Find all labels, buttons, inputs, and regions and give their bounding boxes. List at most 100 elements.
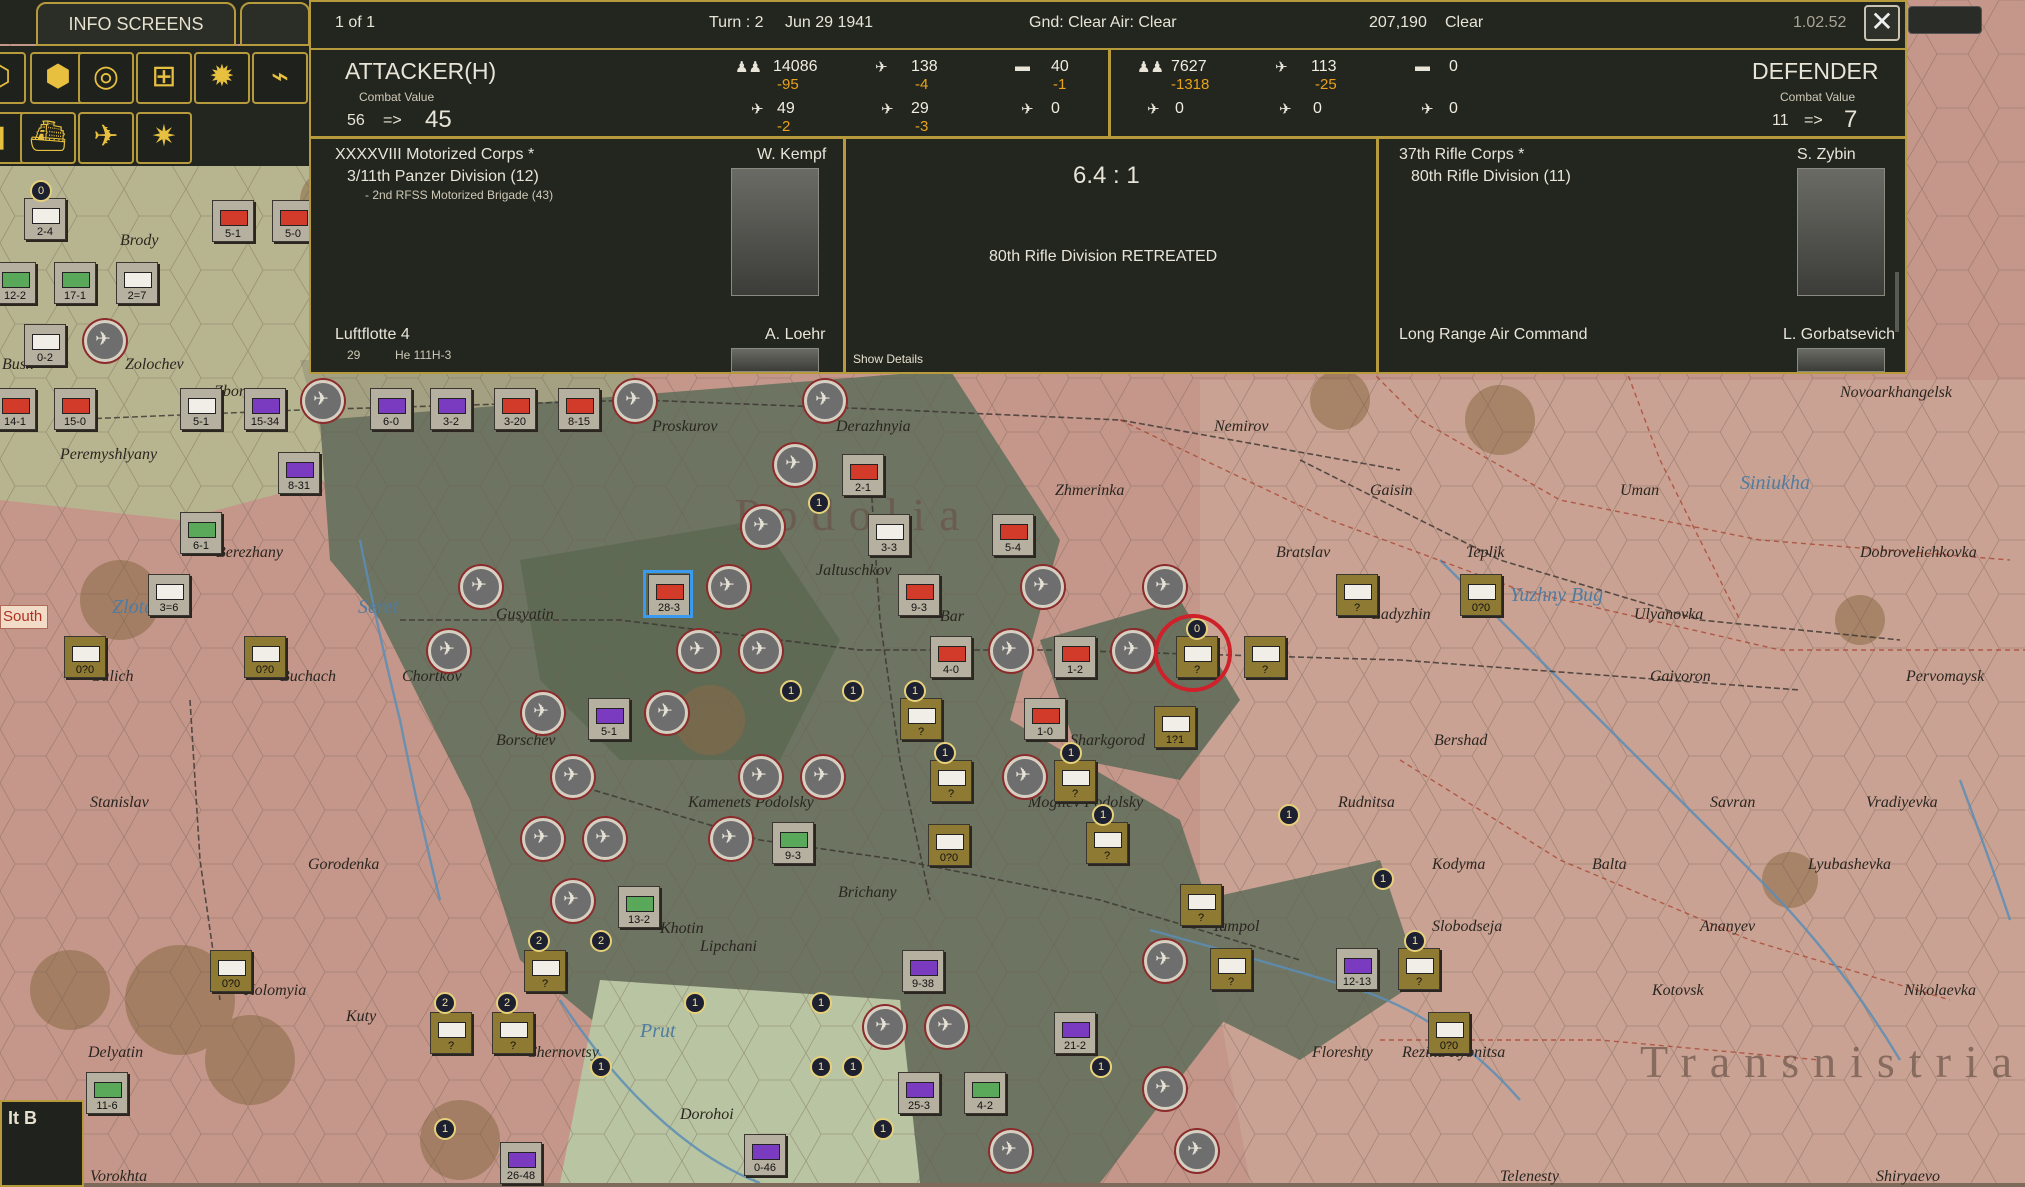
air-unit-marker[interactable] [742,506,784,548]
unit-counter[interactable]: 5-1 [212,200,254,242]
unit-counter[interactable]: 12-13 [1336,948,1378,990]
unit-counter[interactable]: 1-2 [1054,636,1096,678]
unit-counter[interactable]: 5-4 [992,514,1034,556]
air-unit-marker[interactable] [864,1006,906,1048]
unit-counter[interactable]: ? [1244,636,1286,678]
unit-counter[interactable]: 6-0 [370,388,412,430]
unit-counter[interactable]: 3-3 [868,514,910,556]
unit-counter[interactable]: ? [1054,760,1096,802]
unit-counter[interactable]: 3-20 [494,388,536,430]
unit-counter[interactable]: 15-0 [54,388,96,430]
unit-counter[interactable]: ? [1398,948,1440,990]
unit-counter[interactable]: 0?0 [1460,574,1502,616]
air-unit-marker[interactable] [708,566,750,608]
air-unit-marker[interactable] [740,756,782,798]
unit-counter[interactable]: ? [930,760,972,802]
air-unit-marker[interactable] [802,756,844,798]
attacker-commander-portrait[interactable] [731,168,819,296]
unit-counter[interactable]: 25-3 [898,1072,940,1114]
unit-counter[interactable]: ? [492,1012,534,1054]
unit-counter[interactable]: 2=7 [116,262,158,304]
unit-counter[interactable]: 26-48 [500,1142,542,1184]
radio-button[interactable]: ⌁ [252,52,308,104]
air-unit-marker[interactable] [1022,566,1064,608]
air-unit-marker[interactable] [460,566,502,608]
air-unit-marker[interactable] [1144,940,1186,982]
air-unit-marker[interactable] [990,1130,1032,1172]
naval-button[interactable]: ⛴ [20,112,76,164]
air-commander-portrait[interactable] [731,348,819,372]
air-unit-marker[interactable] [302,380,344,422]
air-commander-portrait[interactable] [1797,348,1885,372]
unit-counter[interactable]: 9-3 [772,822,814,864]
unit-counter[interactable]: ? [1086,822,1128,864]
air-unit-marker[interactable] [614,380,656,422]
unit-counter[interactable]: ? [1210,948,1252,990]
air-unit-marker[interactable] [774,444,816,486]
air-unit-marker[interactable] [926,1006,968,1048]
air-unit-marker[interactable] [584,818,626,860]
unit-counter[interactable]: ? [900,698,942,740]
unit-counter[interactable]: ? [1336,574,1378,616]
unit-counter[interactable]: 15-34 [244,388,286,430]
minimap-corner[interactable]: It B [0,1100,84,1187]
air-unit-marker[interactable] [1144,1068,1186,1110]
air-unit-marker[interactable] [990,630,1032,672]
air-unit-marker[interactable] [646,692,688,734]
scrollbar[interactable] [1895,272,1899,332]
unit-counter[interactable]: 11-6 [86,1072,128,1114]
unit-counter[interactable]: 9-38 [902,950,944,992]
unit-counter[interactable]: 0-2 [24,324,66,366]
tab-info-screens[interactable]: INFO SCREENS [36,2,236,46]
tab-secondary[interactable] [240,2,310,46]
unit-counter[interactable]: 2-1 [842,454,884,496]
air-unit-marker[interactable] [678,630,720,672]
air-unit-marker[interactable] [84,320,126,362]
unit-counter[interactable]: 8-15 [558,388,600,430]
unit-counter[interactable]: 6-1 [180,512,222,554]
unit-counter[interactable]: 13-2 [618,886,660,928]
airborne-button[interactable]: ✈ [78,112,134,164]
unit-counter[interactable]: 0?0 [244,636,286,678]
air-unit-marker[interactable] [522,692,564,734]
unit-counter[interactable]: 5-1 [180,388,222,430]
air-unit-marker[interactable] [522,818,564,860]
air-unit-marker[interactable] [428,630,470,672]
unit-counter[interactable]: 4-2 [964,1072,1006,1114]
unit-counter[interactable]: 12-2 [0,262,36,304]
unit-counter[interactable]: ? [1180,884,1222,926]
unit-counter[interactable]: 1?1 [1154,706,1196,748]
air-unit-marker[interactable] [1144,566,1186,608]
unit-counter[interactable]: 17-1 [54,262,96,304]
show-details-link[interactable]: Show Details [853,352,923,366]
supply-button[interactable]: ◎ [78,52,134,104]
unit-counter[interactable]: 5-0 [272,200,314,242]
unit-counter[interactable]: 1-0 [1024,698,1066,740]
air-unit-marker[interactable] [552,880,594,922]
close-button[interactable]: ✕ [1864,5,1900,41]
ground-attack-button[interactable]: ✷ [136,112,192,164]
unit-counter[interactable]: 2-4 [24,198,66,240]
unit-counter[interactable]: 0?0 [1428,1012,1470,1054]
hex-overlay-button[interactable]: ⬡ [0,52,26,104]
unit-counter[interactable]: 14-1 [0,388,36,430]
unit-counter[interactable]: ? [430,1012,472,1054]
air-unit-marker[interactable] [1176,1130,1218,1172]
unit-counter[interactable]: 3=6 [148,574,190,616]
unit-counter[interactable]: 0?0 [928,824,970,866]
unit-counter[interactable]: 4-0 [930,636,972,678]
air-unit-marker[interactable] [1004,756,1046,798]
air-unit-marker[interactable] [1112,630,1154,672]
air-unit-marker[interactable] [804,380,846,422]
unit-counter[interactable]: 0-46 [744,1134,786,1176]
front-label-south[interactable]: South [0,605,48,629]
railway-button[interactable]: ⊞ [136,52,192,104]
damage-button[interactable]: ✹ [194,52,250,104]
unit-counter[interactable]: ? [524,950,566,992]
unit-counter[interactable]: 3-2 [430,388,472,430]
unit-counter[interactable]: 21-2 [1054,1012,1096,1054]
unit-counter[interactable]: 8-31 [278,452,320,494]
defender-commander-portrait[interactable] [1797,168,1885,296]
top-right-status-slot[interactable] [1908,6,1982,34]
unit-counter[interactable]: 5-1 [588,698,630,740]
